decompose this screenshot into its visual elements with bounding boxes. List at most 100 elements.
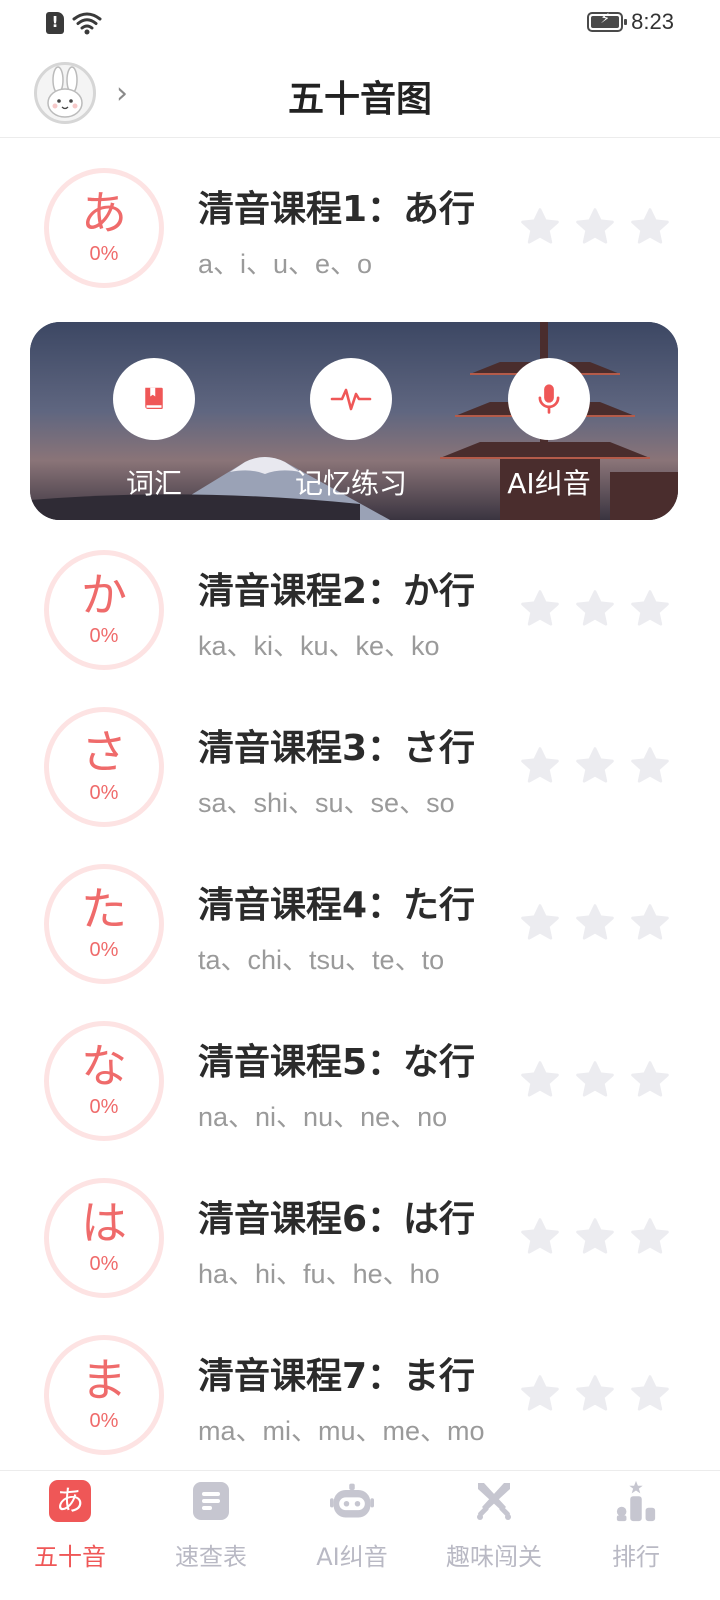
nav-label: 速查表 — [175, 1543, 247, 1571]
kana-char: か — [81, 568, 127, 622]
star-icon — [521, 590, 559, 626]
star-icon — [631, 1061, 669, 1097]
nav-item-ai-pronunciation[interactable]: AI纠音 — [282, 1479, 422, 1572]
course-title: 清音课程2：か行 — [198, 571, 476, 612]
star-icon — [521, 1218, 559, 1254]
crossed-swords-icon — [477, 1483, 511, 1520]
nav-label: 五十音 — [34, 1543, 106, 1571]
course-romaji: ma、mi、mu、me、mo — [198, 1416, 485, 1446]
banner-label: AI纠音 — [507, 467, 591, 500]
progress-ring: さ 0% — [44, 707, 164, 827]
progress-ring: か 0% — [44, 550, 164, 670]
star-icon — [576, 1218, 614, 1254]
course-row[interactable]: あ 0% 清音课程1：あ行 a、i、u、e、o — [0, 150, 720, 290]
microphone-icon — [538, 384, 560, 414]
star-rating — [518, 587, 672, 631]
pulse-icon — [330, 388, 372, 411]
status-time: 8:23 — [631, 9, 674, 34]
kana-char: ま — [81, 1353, 127, 1407]
star-icon — [576, 1061, 614, 1097]
course-romaji: ha、hi、fu、he、ho — [198, 1259, 440, 1289]
header: › 五十音图 — [0, 48, 720, 138]
nav-label: 趣味闯关 — [446, 1543, 542, 1571]
progress-ring: あ 0% — [44, 168, 164, 288]
memory-practice-button[interactable]: 记忆练习 — [271, 358, 431, 502]
star-icon — [631, 1375, 669, 1411]
bottom-nav: あ 五十音 速查表 AI纠音 趣味闯关 排行 — [0, 1470, 720, 1600]
star-icon — [576, 208, 614, 244]
course-row[interactable]: さ 0% 清音课程3：さ行 sa、shi、su、se、so — [0, 689, 720, 829]
star-icon — [521, 1061, 559, 1097]
star-icon — [631, 1218, 669, 1254]
podium-icon — [616, 1480, 656, 1522]
course-title: 清音课程7：ま行 — [198, 1356, 476, 1397]
star-icon — [521, 747, 559, 783]
kana-char: た — [81, 882, 127, 936]
document-icon — [193, 1482, 229, 1520]
vocabulary-button[interactable]: 词汇 — [74, 358, 234, 502]
course-progress: 0% — [89, 625, 119, 647]
star-rating — [518, 744, 672, 788]
course-romaji: a、i、u、e、o — [198, 249, 373, 279]
kana-char: あ — [81, 186, 127, 240]
course-progress: 0% — [89, 1253, 119, 1275]
course-title: 清音课程3：さ行 — [198, 728, 476, 769]
nav-item-fun-challenge[interactable]: 趣味闯关 — [424, 1479, 564, 1572]
kana-char: な — [81, 1039, 127, 1093]
course-romaji: sa、shi、su、se、so — [198, 788, 455, 818]
course-romaji: ka、ki、ku、ke、ko — [198, 631, 440, 661]
course-row[interactable]: ま 0% 清音课程7：ま行 ma、mi、mu、me、mo — [0, 1317, 720, 1457]
star-icon — [576, 747, 614, 783]
star-icon — [631, 590, 669, 626]
course-progress: 0% — [89, 939, 119, 961]
battery-icon: ⚡ — [587, 11, 628, 32]
course-title: 清音课程1：あ行 — [198, 189, 476, 230]
course-romaji: ta、chi、tsu、te、to — [198, 945, 445, 975]
star-rating — [518, 205, 672, 249]
course-progress: 0% — [89, 1410, 119, 1432]
star-icon — [631, 747, 669, 783]
ai-pronunciation-button[interactable]: AI纠音 — [469, 358, 629, 502]
star-icon — [576, 590, 614, 626]
sim-alert-icon — [46, 12, 64, 34]
nav-item-ranking[interactable]: 排行 — [566, 1479, 706, 1572]
practice-banner: 词汇 记忆练习 AI纠音 — [30, 322, 678, 520]
star-icon — [576, 904, 614, 940]
star-rating — [518, 901, 672, 945]
star-rating — [518, 1215, 672, 1259]
star-rating — [518, 1372, 672, 1416]
book-icon — [145, 387, 163, 409]
nav-label: AI纠音 — [316, 1543, 388, 1571]
course-progress: 0% — [89, 782, 119, 804]
star-icon — [576, 1375, 614, 1411]
star-rating — [518, 1058, 672, 1102]
course-row[interactable]: た 0% 清音课程4：た行 ta、chi、tsu、te、to — [0, 846, 720, 986]
robot-icon — [330, 1483, 374, 1518]
star-icon — [521, 208, 559, 244]
progress-ring: な 0% — [44, 1021, 164, 1141]
status-bar: ⚡ 8:23 — [0, 0, 720, 48]
kana-tile-icon: あ — [49, 1480, 91, 1522]
progress-ring: は 0% — [44, 1178, 164, 1298]
star-icon — [631, 208, 669, 244]
course-row[interactable]: は 0% 清音课程6：は行 ha、hi、fu、he、ho — [0, 1160, 720, 1300]
star-icon — [521, 904, 559, 940]
progress-ring: ま 0% — [44, 1335, 164, 1455]
kana-char: さ — [81, 725, 127, 779]
course-title: 清音课程6：は行 — [198, 1199, 476, 1240]
nav-item-quick-reference[interactable]: 速查表 — [141, 1479, 281, 1572]
course-title: 清音课程4：た行 — [198, 885, 476, 926]
course-row[interactable]: な 0% 清音课程5：な行 na、ni、nu、ne、no — [0, 1003, 720, 1143]
nav-item-kana[interactable]: あ 五十音 — [0, 1479, 140, 1572]
course-row[interactable]: か 0% 清音课程2：か行 ka、ki、ku、ke、ko — [0, 532, 720, 672]
course-title: 清音课程5：な行 — [198, 1042, 476, 1083]
progress-ring: た 0% — [44, 864, 164, 984]
course-progress: 0% — [89, 1096, 119, 1118]
kana-char: は — [81, 1196, 127, 1250]
banner-label: 词汇 — [125, 467, 182, 500]
nav-label: 排行 — [612, 1543, 660, 1571]
page-title: 五十音图 — [287, 79, 432, 120]
star-icon — [631, 904, 669, 940]
star-icon — [521, 1375, 559, 1411]
wifi-icon — [72, 12, 102, 35]
